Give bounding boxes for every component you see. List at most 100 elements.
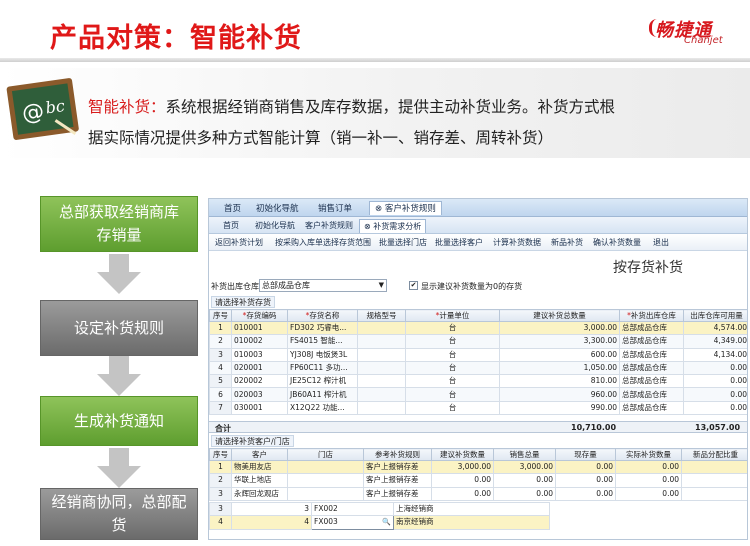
column-header[interactable]: 客户	[231, 448, 288, 461]
table-cell[interactable]	[357, 334, 406, 349]
column-header[interactable]: 建议补货数量	[431, 448, 494, 461]
column-header[interactable]: *存货编码	[231, 309, 288, 322]
table-cell[interactable]: 960.00	[499, 387, 620, 402]
column-header[interactable]: 序号	[209, 309, 232, 322]
calculate-button[interactable]: 计算补货数据	[493, 237, 541, 248]
table-cell[interactable]: 客户上报销存差	[363, 473, 432, 488]
new-product-button[interactable]: 新品补货	[551, 237, 583, 248]
table-cell[interactable]: 台	[405, 320, 500, 336]
table-row[interactable]: 3 永辉回龙观店 客户上报销存差 0.00 0.00 0.00 0.00	[209, 486, 747, 501]
table-cell[interactable]	[681, 473, 747, 488]
table-cell[interactable]: 客户上报销存差	[363, 486, 432, 501]
table-cell[interactable]: 南京经销商	[393, 515, 550, 530]
column-header[interactable]: *存货名称	[287, 309, 358, 322]
table-cell[interactable]: 台	[405, 400, 500, 416]
table-cell[interactable]: 台	[405, 334, 500, 349]
table-row[interactable]: 1 010001 FD302 巧睿电... 台 3,000.00 总部成品仓库 4,574.…	[209, 320, 747, 336]
back-to-plan-button[interactable]: 返回补货计划	[215, 237, 263, 248]
table-cell[interactable]: 4	[231, 515, 312, 530]
table-cell[interactable]: FX003 🔍	[311, 515, 394, 530]
table-cell[interactable]: 总部成品仓库	[619, 320, 684, 336]
table-cell[interactable]: X12Q22 功能...	[287, 400, 358, 416]
table-cell[interactable]: 4,349.00	[683, 334, 747, 349]
table-cell[interactable]: 3,300.00	[499, 334, 620, 349]
table-cell[interactable]: 总部成品仓库	[619, 400, 684, 416]
confirm-qty-button[interactable]: 确认补货数量	[593, 237, 641, 248]
table-cell[interactable]: 020002	[231, 374, 288, 389]
table-row[interactable]: 3 010003 YJ308J 电饭煲3L 台 600.00 总部成品仓库 4,134.00	[209, 347, 747, 362]
batch-select-customer-button[interactable]: 批量选择客户	[435, 237, 483, 248]
column-header[interactable]: 参考补货规则	[363, 448, 432, 461]
lookup-search-icon[interactable]: 🔍	[382, 517, 391, 528]
table-cell[interactable]: 0.00	[493, 486, 556, 501]
table-cell[interactable]	[287, 486, 364, 501]
table-cell[interactable]: 台	[405, 374, 500, 389]
table-cell[interactable]: 上海经销商	[393, 501, 550, 517]
table-cell[interactable]: JE25C12 榨汁机	[287, 374, 358, 389]
tab-home[interactable]: 首页	[219, 202, 246, 216]
table-cell[interactable]: 总部成品仓库	[619, 387, 684, 402]
column-header[interactable]: 销售总量	[493, 448, 556, 461]
subtab-close-icon[interactable]: ⊗	[364, 222, 371, 231]
table-row[interactable]: 3 3 FX002 上海经销商	[209, 501, 550, 517]
table-cell[interactable]: 总部成品仓库	[619, 360, 684, 376]
table-cell[interactable]: 台	[405, 347, 500, 362]
table-cell[interactable]: 010003	[231, 347, 288, 362]
table-cell[interactable]: 0.00	[615, 486, 682, 501]
column-header[interactable]: 规格型号	[357, 309, 406, 322]
table-row[interactable]: 5 020002 JE25C12 榨汁机 台 810.00 总部成品仓库 0.00	[209, 374, 747, 389]
table-row[interactable]: 1 物美用友店 客户上报销存差 3,000.00 3,000.00 0.00 0.00	[209, 459, 747, 475]
table-cell[interactable]: 物美用友店	[231, 459, 288, 475]
table-row[interactable]: 4 4 FX003 🔍 南京经销商	[209, 515, 550, 530]
table-cell[interactable]: FS4015 智能...	[287, 334, 358, 349]
table-cell[interactable]: 600.00	[499, 347, 620, 362]
table-cell[interactable]	[681, 459, 747, 475]
table-cell[interactable]: 华联上地店	[231, 473, 288, 488]
table-cell[interactable]: 客户上报销存差	[363, 459, 432, 475]
table-cell[interactable]	[357, 374, 406, 389]
table-row[interactable]: 2 010002 FS4015 智能... 台 3,300.00 总部成品仓库 4,349.…	[209, 334, 747, 349]
table-cell[interactable]	[287, 459, 364, 475]
tab-sales-order[interactable]: 销售订单	[313, 202, 357, 216]
table-cell[interactable]	[357, 360, 406, 376]
table-row[interactable]: 7 030001 X12Q22 功能... 台 990.00 总部成品仓库 0.00	[209, 400, 747, 416]
subtab-demand-analysis[interactable]: ⊗ 补货需求分析	[359, 219, 427, 233]
table-row[interactable]: 2 华联上地店 客户上报销存差 0.00 0.00 0.00 0.00	[209, 473, 747, 488]
tab-init-nav[interactable]: 初始化导航	[251, 202, 304, 216]
table-cell[interactable]: 020003	[231, 387, 288, 402]
table-cell[interactable]	[357, 347, 406, 362]
batch-select-store-button[interactable]: 批量选择门店	[379, 237, 427, 248]
table-cell[interactable]: 0.00	[493, 473, 556, 488]
table-cell[interactable]	[357, 400, 406, 416]
select-by-receipt-button[interactable]: 按采购入库单选择存货范围	[275, 237, 371, 248]
table-cell[interactable]: 020001	[231, 360, 288, 376]
table-cell[interactable]	[287, 473, 364, 488]
warehouse-select[interactable]: 总部成品仓库 ▼	[259, 279, 387, 292]
column-header[interactable]: 新品分配比重	[681, 448, 747, 461]
tab-close-icon[interactable]: ⊗	[375, 204, 382, 214]
table-cell[interactable]: 0.00	[431, 486, 494, 501]
table-cell[interactable]: 总部成品仓库	[619, 374, 684, 389]
table-cell[interactable]: 4,134.00	[683, 347, 747, 362]
column-header[interactable]: *计量单位	[405, 309, 500, 322]
table-cell[interactable]: 030001	[231, 400, 288, 416]
table-cell[interactable]: 0.00	[683, 400, 747, 416]
table-cell[interactable]: 台	[405, 387, 500, 402]
table-cell[interactable]: 总部成品仓库	[619, 347, 684, 362]
table-cell[interactable]: 3,000.00	[499, 320, 620, 336]
table-cell[interactable]: FX002	[311, 501, 394, 517]
table-cell[interactable]: 0.00	[683, 360, 747, 376]
table-cell[interactable]: FD302 巧睿电...	[287, 320, 358, 336]
table-cell[interactable]: 总部成品仓库	[619, 334, 684, 349]
tab-customer-rules[interactable]: ⊗ 客户补货规则	[369, 201, 442, 215]
column-header[interactable]: 门店	[287, 448, 364, 461]
table-cell[interactable]: 0.00	[615, 473, 682, 488]
column-header[interactable]: 出库仓库可用量	[683, 309, 747, 322]
column-header[interactable]: 序号	[209, 448, 232, 461]
column-header[interactable]: *补货出库仓库	[619, 309, 684, 322]
subtab-init-nav[interactable]: 初始化导航	[251, 219, 299, 233]
table-cell[interactable]	[681, 486, 747, 501]
subtab-customer-rules[interactable]: 客户补货规则	[301, 219, 357, 233]
table-cell[interactable]: 0.00	[615, 459, 682, 475]
table-cell[interactable]: 010001	[231, 320, 288, 336]
